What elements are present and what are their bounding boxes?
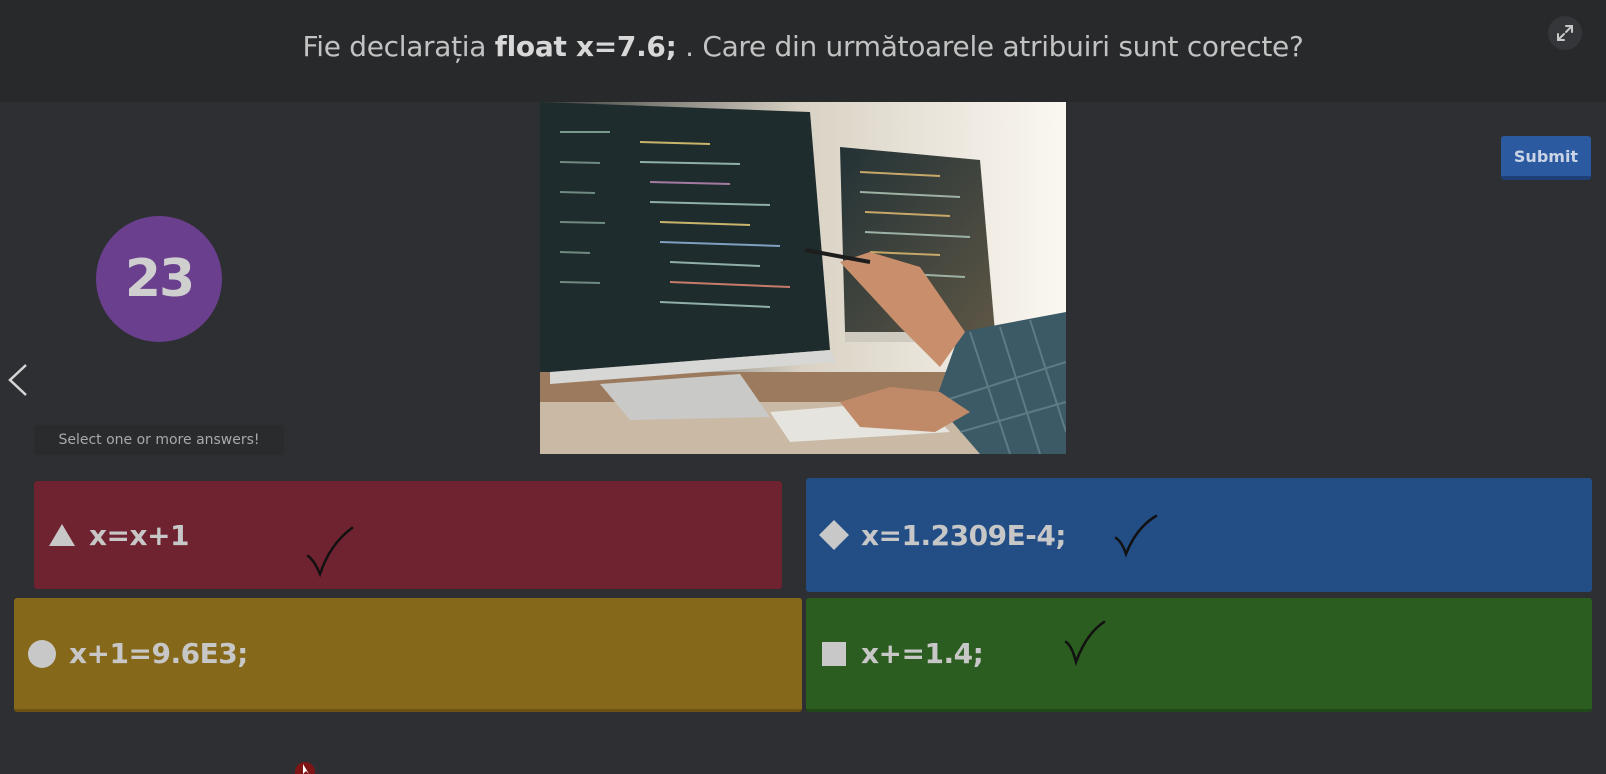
question-code: float x=7.6; bbox=[494, 30, 677, 63]
fullscreen-button[interactable] bbox=[1548, 16, 1582, 50]
question-number-badge: 23 bbox=[96, 216, 222, 342]
expand-icon bbox=[1557, 25, 1573, 41]
question-header: Fie declarația float x=7.6; . Care din u… bbox=[0, 0, 1606, 102]
checkmark-icon bbox=[1064, 620, 1106, 667]
answer-option-b[interactable]: x=1.2309E-4; bbox=[806, 478, 1592, 592]
answer-option-d[interactable]: x+=1.4; bbox=[806, 598, 1592, 712]
question-text: Fie declarația float x=7.6; . Care din u… bbox=[0, 30, 1606, 63]
answer-text: x+=1.4; bbox=[861, 637, 984, 670]
answer-option-c[interactable]: x+1=9.6E3; bbox=[14, 598, 802, 712]
question-suffix: . Care din următoarele atribuiri sunt co… bbox=[676, 30, 1304, 63]
answer-option-a[interactable]: x=x+1 bbox=[34, 481, 782, 589]
triangle-icon bbox=[47, 520, 77, 550]
checkmark-icon bbox=[1114, 514, 1158, 558]
quiz-screen: Fie declarația float x=7.6; . Care din u… bbox=[0, 0, 1606, 774]
square-icon bbox=[819, 639, 849, 669]
answer-text: x+1=9.6E3; bbox=[69, 637, 248, 670]
question-image bbox=[540, 102, 1066, 454]
checkmark-icon bbox=[306, 526, 354, 578]
diamond-icon bbox=[819, 520, 849, 550]
chevron-left-icon bbox=[8, 364, 27, 396]
mouse-cursor-icon bbox=[295, 762, 315, 774]
submit-button[interactable]: Submit bbox=[1501, 136, 1591, 180]
answer-text: x=1.2309E-4; bbox=[861, 518, 1067, 552]
previous-button[interactable] bbox=[4, 362, 32, 398]
answer-hint: Select one or more answers! bbox=[34, 425, 284, 455]
answer-text: x=x+1 bbox=[89, 518, 190, 552]
question-prefix: Fie declarația bbox=[302, 30, 495, 63]
circle-icon bbox=[27, 639, 57, 669]
